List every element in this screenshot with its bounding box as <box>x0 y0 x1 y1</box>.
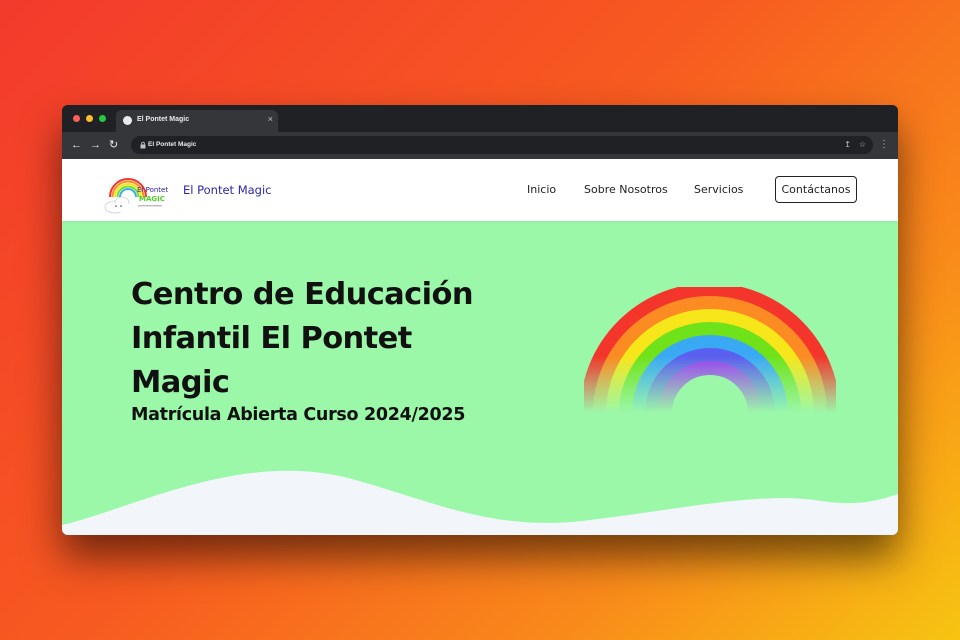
favicon-icon <box>123 116 132 125</box>
hero-subtitle: Matrícula Abierta Curso 2024/2025 <box>131 405 466 425</box>
nav-link-inicio[interactable]: Inicio <box>527 183 556 196</box>
site-brand-name[interactable]: El Pontet Magic <box>183 183 272 197</box>
address-bar-url: El Pontet Magic <box>148 141 197 148</box>
pontet-magic-logo[interactable]: El Pontet MAGIC <box>104 163 168 217</box>
nav-link-servicios[interactable]: Servicios <box>694 183 743 196</box>
web-page: El Pontet MAGIC El Pontet Magic Inicio S… <box>62 159 898 535</box>
kebab-menu-icon[interactable]: ⋮ <box>879 139 889 151</box>
tab-close-icon[interactable]: × <box>268 114 273 124</box>
forward-arrow-icon[interactable]: → <box>90 138 101 152</box>
tab-title: El Pontet Magic <box>137 116 190 123</box>
share-icon[interactable]: ↥ <box>844 139 851 151</box>
reload-icon[interactable]: ↻ <box>109 138 118 152</box>
hero-title: Centro de Educación Infantil El Pontet M… <box>131 277 474 400</box>
minimize-window-button[interactable] <box>86 115 93 122</box>
browser-toolbar: ← → ↻ El Pontet Magic ↥ ☆ ⋮ <box>62 132 898 159</box>
close-window-button[interactable] <box>73 115 80 122</box>
back-arrow-icon[interactable]: ← <box>71 138 82 152</box>
logo-wordmark-top: El Pontet <box>137 186 168 194</box>
logo-wordmark-bottom: MAGIC <box>139 195 165 203</box>
tab-strip: El Pontet Magic × <box>62 105 898 132</box>
contact-button[interactable]: Contáctanos <box>775 176 857 203</box>
site-header: El Pontet MAGIC El Pontet Magic Inicio S… <box>62 159 898 221</box>
lock-icon <box>140 141 146 149</box>
rainbow-illustration <box>584 287 836 413</box>
maximize-window-button[interactable] <box>99 115 106 122</box>
browser-window: El Pontet Magic × ← → ↻ El Pontet Magic … <box>62 105 898 535</box>
address-bar[interactable]: El Pontet Magic ↥ ☆ <box>131 136 873 154</box>
bookmark-star-icon[interactable]: ☆ <box>859 139 866 151</box>
nav-link-sobre-nosotros[interactable]: Sobre Nosotros <box>584 183 668 196</box>
browser-tab[interactable]: El Pontet Magic × <box>116 110 278 132</box>
